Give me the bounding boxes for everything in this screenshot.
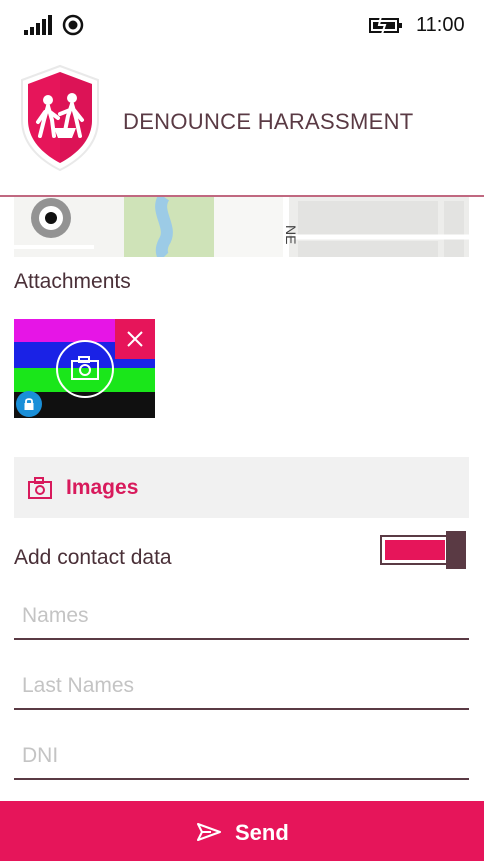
send-icon [197, 823, 221, 841]
send-button[interactable]: Send [0, 801, 484, 861]
toggle-fill [385, 540, 445, 560]
map-pin-icon [31, 198, 71, 238]
close-icon [127, 331, 143, 347]
contact-data-toggle[interactable] [380, 531, 467, 569]
lock-icon [24, 398, 34, 410]
denounce-screen: 11:00 DENOUNCE HARASSMENT NE Attachments… [0, 0, 484, 861]
location-map[interactable]: NE [14, 197, 469, 257]
camera-icon [56, 340, 114, 398]
toggle-thumb[interactable] [446, 531, 466, 569]
contact-data-label: Add contact data [14, 546, 172, 569]
location-icon [62, 14, 84, 36]
add-images-button[interactable]: Images [14, 457, 469, 518]
last-names-field[interactable] [14, 664, 469, 710]
signal-icon [24, 15, 52, 35]
svg-text:NE: NE [283, 225, 299, 244]
battery-icon [369, 15, 402, 35]
names-field[interactable] [14, 594, 469, 640]
page-title: DENOUNCE HARASSMENT [123, 109, 414, 134]
attachments-label: Attachments [14, 270, 131, 293]
map-tiles: NE [14, 197, 469, 257]
harassment-shield-logo [21, 64, 99, 172]
remove-attachment-button[interactable] [115, 319, 155, 359]
camera-icon [28, 477, 52, 499]
lock-badge [16, 391, 42, 417]
dni-field[interactable] [14, 734, 469, 780]
clock: 11:00 [416, 14, 465, 36]
send-button-label: Send [235, 820, 289, 845]
images-button-label: Images [66, 476, 139, 499]
status-bar: 11:00 [0, 0, 484, 50]
